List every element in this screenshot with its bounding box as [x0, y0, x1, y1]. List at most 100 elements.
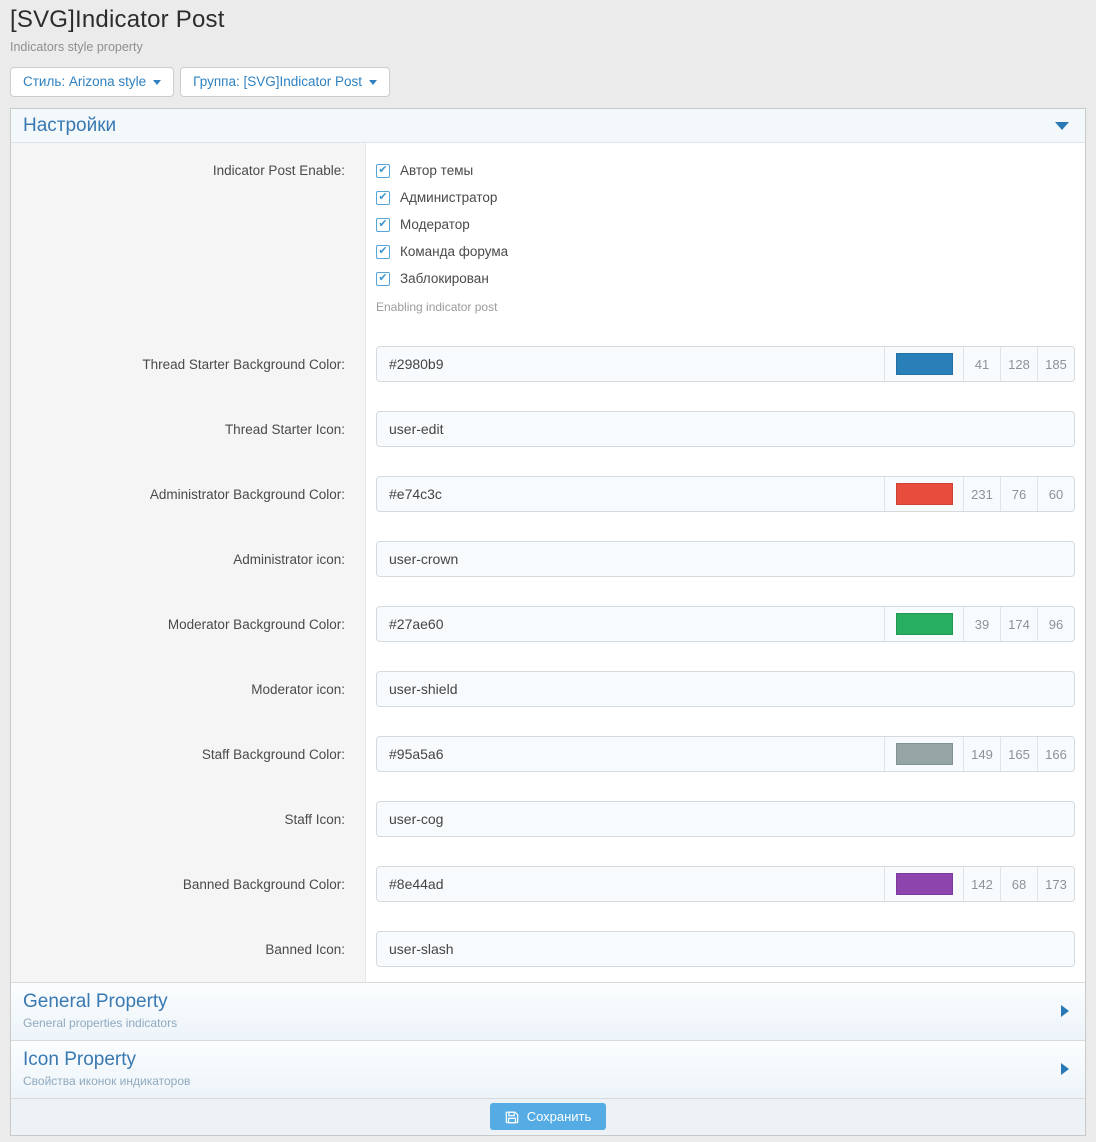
checkbox-checked-icon[interactable]: ✔: [376, 164, 390, 178]
staff-bg-color-input[interactable]: [377, 737, 884, 771]
expand-arrow-icon[interactable]: [1061, 1005, 1069, 1017]
general-property-section-header[interactable]: General Property General properties indi…: [11, 982, 1085, 1040]
field-control: [366, 527, 1085, 592]
text-input-group: [376, 671, 1075, 707]
icon-property-subtitle: Свойства иконок индикаторов: [23, 1074, 190, 1088]
save-button[interactable]: Сохранить: [490, 1103, 607, 1130]
field-label: Banned Icon:: [11, 917, 366, 982]
color-swatch: [896, 613, 953, 635]
color-swatch-cell[interactable]: [884, 477, 963, 511]
checkbox-label: Команда форума: [400, 244, 508, 259]
field-label: Indicator Post Enable:: [11, 143, 366, 332]
administrator-bg-color-input[interactable]: [377, 477, 884, 511]
color-input-group: 41 128 185: [376, 346, 1075, 382]
field-label: Staff Icon:: [11, 787, 366, 852]
thread-starter-icon-input[interactable]: [377, 412, 1074, 446]
general-property-title: General Property: [23, 991, 177, 1013]
icon-property-titles: Icon Property Свойства иконок индикаторо…: [23, 1049, 190, 1088]
field-control: [366, 917, 1085, 982]
color-swatch-cell[interactable]: [884, 607, 963, 641]
collapse-arrow-icon[interactable]: [1055, 122, 1069, 130]
checkbox-label: Заблокирован: [400, 271, 489, 286]
field-label: Administrator Background Color:: [11, 462, 366, 527]
rgb-green-value: 174: [1000, 607, 1037, 641]
color-swatch-cell[interactable]: [884, 867, 963, 901]
administrator-icon-input[interactable]: [377, 542, 1074, 576]
field-control: [366, 397, 1085, 462]
field-control: [366, 657, 1085, 722]
color-swatch: [896, 743, 953, 765]
moderator-icon-input[interactable]: [377, 672, 1074, 706]
group-dropdown-button[interactable]: Группа: [SVG]Indicator Post: [180, 67, 390, 97]
form-row-thread-starter-bg-color: Thread Starter Background Color: 41 128 …: [11, 332, 1085, 397]
text-input-group: [376, 411, 1075, 447]
rgb-red-value: 231: [963, 477, 1000, 511]
checkbox-author[interactable]: ✔ Автор темы: [376, 157, 1075, 184]
checkbox-checked-icon[interactable]: ✔: [376, 272, 390, 286]
banned-bg-color-input[interactable]: [377, 867, 884, 901]
rgb-red-value: 39: [963, 607, 1000, 641]
field-hint: Enabling indicator post: [376, 300, 1075, 314]
checkbox-banned[interactable]: ✔ Заблокирован: [376, 265, 1075, 292]
color-swatch-cell[interactable]: [884, 737, 963, 771]
color-input-group: 149 165 166: [376, 736, 1075, 772]
form-row-indicator-post-enable: Indicator Post Enable: ✔ Автор темы ✔ Ад…: [11, 143, 1085, 332]
rgb-blue-value: 60: [1037, 477, 1074, 511]
form-row-moderator-bg-color: Moderator Background Color: 39 174 96: [11, 592, 1085, 657]
color-swatch: [896, 873, 953, 895]
staff-icon-input[interactable]: [377, 802, 1074, 836]
rgb-blue-value: 173: [1037, 867, 1074, 901]
field-label: Moderator icon:: [11, 657, 366, 722]
save-button-label: Сохранить: [527, 1109, 592, 1124]
checkbox-checked-icon[interactable]: ✔: [376, 191, 390, 205]
color-input-group: 39 174 96: [376, 606, 1075, 642]
style-dropdown-button[interactable]: Стиль: Arizona style: [10, 67, 174, 97]
settings-section-header[interactable]: Настройки: [11, 109, 1085, 143]
chevron-down-icon: [369, 80, 377, 85]
checkbox-moderator[interactable]: ✔ Модератор: [376, 211, 1075, 238]
field-label: Thread Starter Icon:: [11, 397, 366, 462]
page-title: [SVG]Indicator Post: [10, 6, 1086, 34]
rgb-green-value: 76: [1000, 477, 1037, 511]
field-control: 149 165 166: [366, 722, 1085, 787]
footer-bar: Сохранить: [11, 1098, 1085, 1135]
rgb-red-value: 149: [963, 737, 1000, 771]
chevron-down-icon: [153, 80, 161, 85]
field-label: Moderator Background Color:: [11, 592, 366, 657]
form-row-banned-icon: Banned Icon:: [11, 917, 1085, 982]
field-control: 39 174 96: [366, 592, 1085, 657]
checkbox-forum-staff[interactable]: ✔ Команда форума: [376, 238, 1075, 265]
general-property-titles: General Property General properties indi…: [23, 991, 177, 1030]
color-swatch-cell[interactable]: [884, 347, 963, 381]
banned-icon-input[interactable]: [377, 932, 1074, 966]
checkbox-administrator[interactable]: ✔ Администратор: [376, 184, 1075, 211]
field-control: 142 68 173: [366, 852, 1085, 917]
settings-form: Indicator Post Enable: ✔ Автор темы ✔ Ад…: [11, 143, 1085, 982]
page-subtitle: Indicators style property: [10, 40, 1086, 54]
rgb-blue-value: 166: [1037, 737, 1074, 771]
color-input-group: 142 68 173: [376, 866, 1075, 902]
expand-arrow-icon[interactable]: [1061, 1063, 1069, 1075]
save-floppy-icon: [505, 1110, 519, 1124]
general-property-subtitle: General properties indicators: [23, 1016, 177, 1030]
rgb-red-value: 41: [963, 347, 1000, 381]
checkbox-checked-icon[interactable]: ✔: [376, 245, 390, 259]
page-header: [SVG]Indicator Post Indicators style pro…: [0, 0, 1096, 54]
form-row-thread-starter-icon: Thread Starter Icon:: [11, 397, 1085, 462]
form-row-moderator-icon: Moderator icon:: [11, 657, 1085, 722]
text-input-group: [376, 931, 1075, 967]
moderator-bg-color-input[interactable]: [377, 607, 884, 641]
color-swatch: [896, 353, 953, 375]
field-control: ✔ Автор темы ✔ Администратор ✔ Модератор…: [366, 143, 1085, 332]
field-control: 41 128 185: [366, 332, 1085, 397]
field-label: Administrator icon:: [11, 527, 366, 592]
checkbox-checked-icon[interactable]: ✔: [376, 218, 390, 232]
settings-section-title: Настройки: [23, 115, 116, 137]
style-dropdown-label: Стиль: Arizona style: [23, 74, 146, 89]
thread-starter-bg-color-input[interactable]: [377, 347, 884, 381]
checkbox-label: Администратор: [400, 190, 497, 205]
form-row-administrator-icon: Administrator icon:: [11, 527, 1085, 592]
icon-property-section-header[interactable]: Icon Property Свойства иконок индикаторо…: [11, 1040, 1085, 1098]
color-swatch: [896, 483, 953, 505]
form-row-banned-bg-color: Banned Background Color: 142 68 173: [11, 852, 1085, 917]
